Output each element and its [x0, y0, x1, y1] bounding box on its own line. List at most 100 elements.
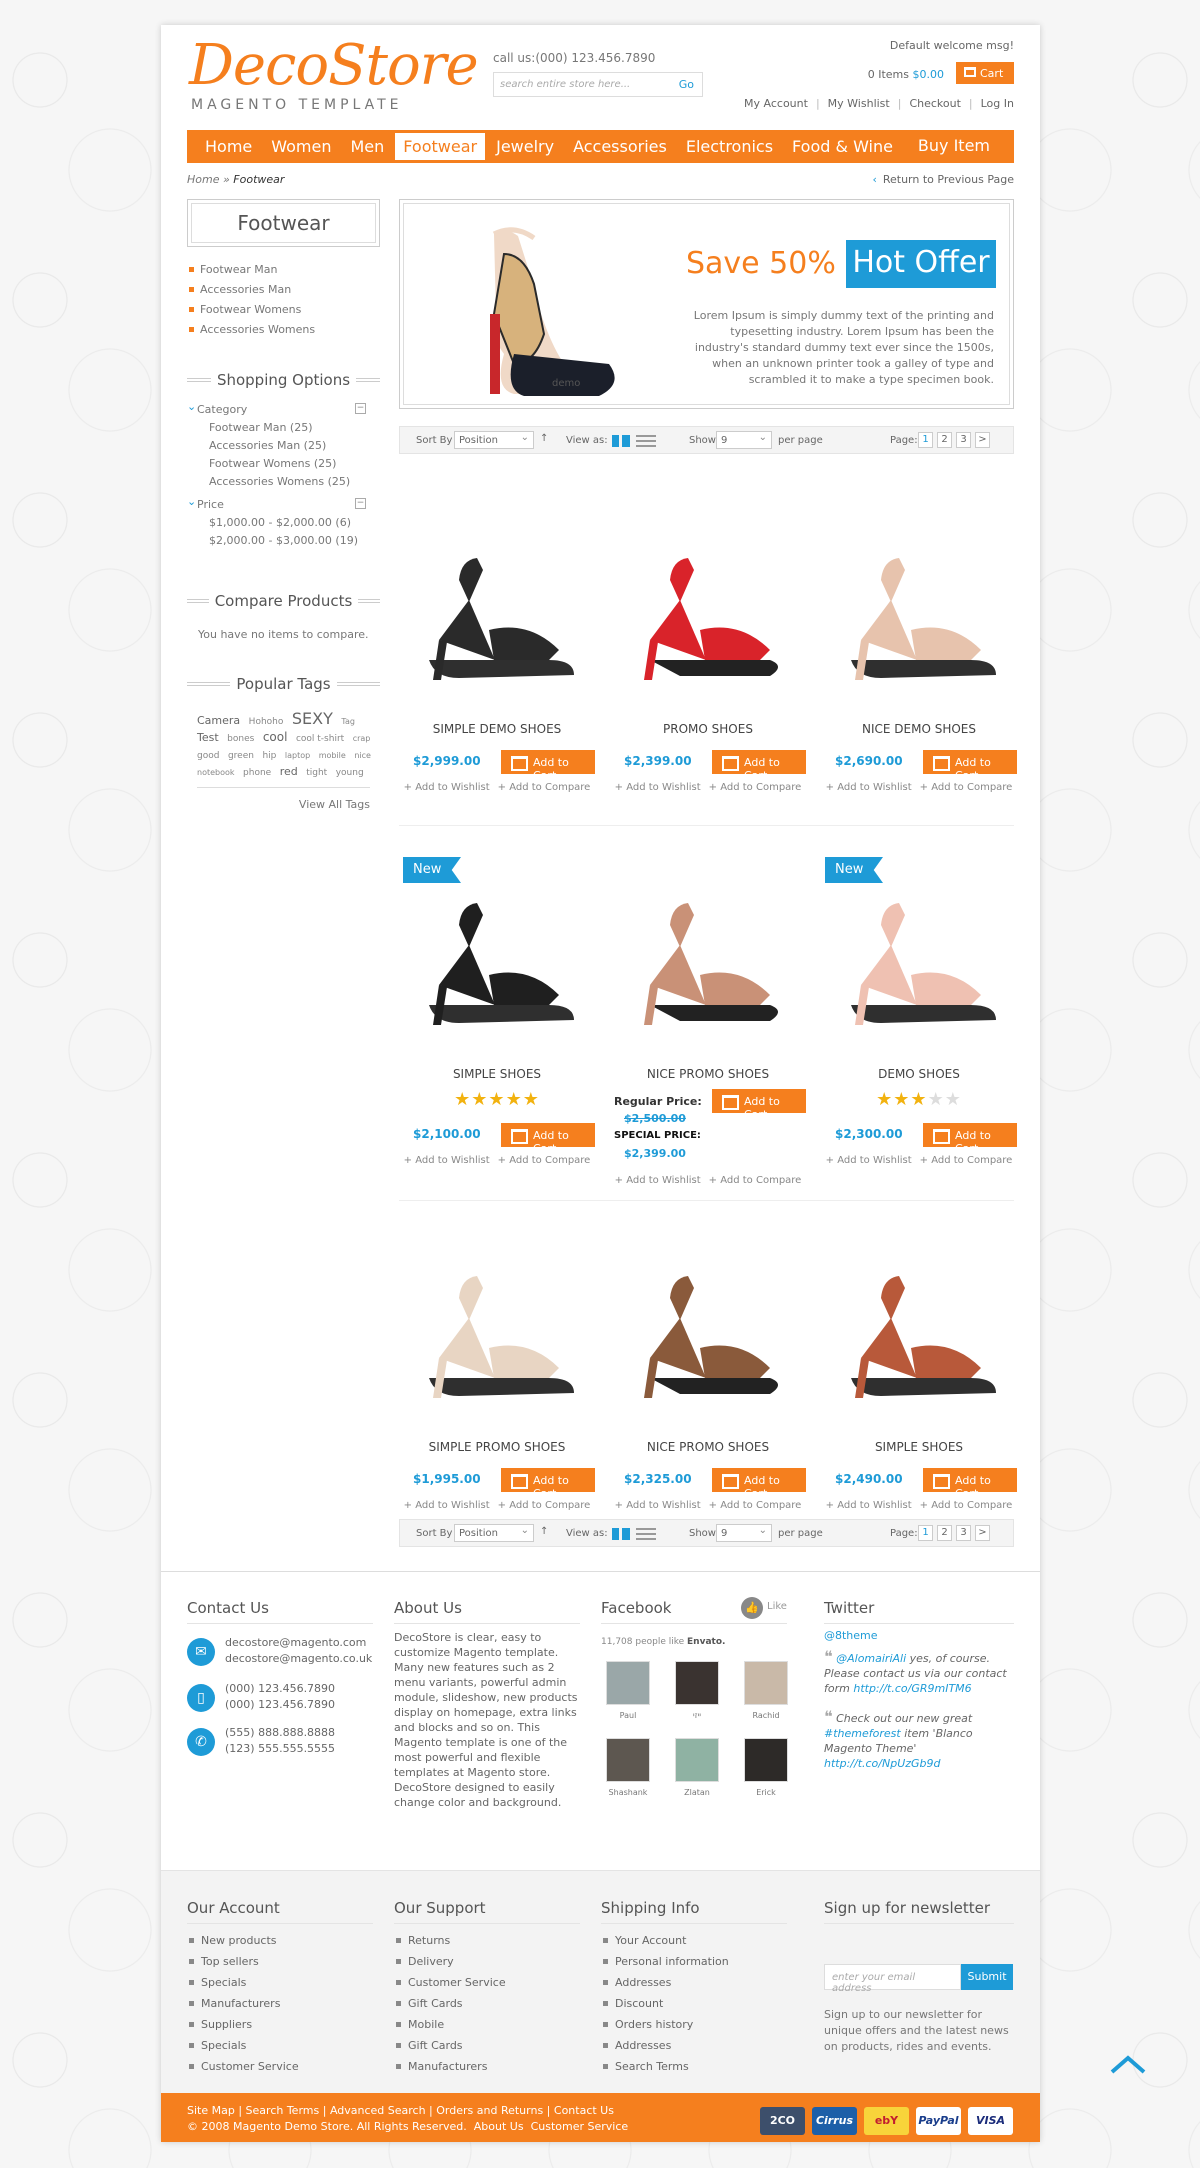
product-name[interactable]: NICE PROMO SHOES — [610, 1067, 806, 1081]
page-button[interactable]: 3 — [956, 1525, 971, 1541]
nav-accessories[interactable]: Accessories — [565, 133, 675, 160]
filter-option[interactable]: Accessories Womens (25) — [187, 475, 380, 488]
sidebar-cat-item[interactable]: Accessories Womens — [187, 323, 380, 336]
bottom-link[interactable]: Contact Us — [554, 2104, 614, 2117]
facebook-avatar[interactable] — [744, 1738, 788, 1782]
product-image[interactable] — [821, 855, 1017, 1055]
nav-footwear[interactable]: Footwear — [395, 133, 486, 160]
list-view-icon[interactable] — [636, 1528, 656, 1540]
account-link[interactable]: Specials — [187, 2039, 299, 2052]
tag-link[interactable]: cool t-shirt — [296, 734, 344, 744]
product-name[interactable]: PROMO SHOES — [610, 722, 806, 736]
search-input[interactable]: search entire store here... Go — [493, 72, 703, 97]
add-to-compare-link[interactable]: + Add to Compare — [498, 782, 591, 793]
add-to-cart-button[interactable]: Add to Cart — [923, 1468, 1017, 1500]
product-image[interactable] — [610, 855, 806, 1055]
collapse-price-icon[interactable]: − — [355, 498, 366, 509]
search-go-button[interactable]: Go — [679, 78, 694, 91]
filter-option[interactable]: Accessories Man (25) — [187, 439, 380, 452]
list-view-icon[interactable] — [636, 435, 656, 447]
product-image[interactable] — [399, 855, 595, 1055]
login-link[interactable]: Log In — [981, 97, 1014, 110]
add-to-compare-link[interactable]: + Add to Compare — [920, 782, 1013, 793]
add-to-compare-link[interactable]: + Add to Compare — [709, 1500, 802, 1511]
account-link[interactable]: Customer Service — [187, 2060, 299, 2073]
sidebar-cat-item[interactable]: Footwear Womens — [187, 303, 380, 316]
view-all-tags-link[interactable]: View All Tags — [187, 798, 380, 811]
filter-option[interactable]: $2,000.00 - $3,000.00 (19) — [187, 534, 380, 547]
sidebar-cat-item[interactable]: Footwear Man — [187, 263, 380, 276]
support-link[interactable]: Customer Service — [394, 1976, 506, 1989]
account-link[interactable]: Suppliers — [187, 2018, 299, 2031]
nav-men[interactable]: Men — [343, 133, 393, 160]
tag-link[interactable]: bones — [227, 734, 254, 744]
product-image[interactable] — [610, 510, 806, 710]
page-button[interactable]: 2 — [937, 432, 952, 448]
sort-direction-icon[interactable]: ↑ — [540, 433, 548, 444]
add-to-cart-button[interactable]: Add to Cart — [923, 1123, 1017, 1155]
like-icon[interactable]: 👍 — [741, 1597, 763, 1619]
add-to-wishlist-link[interactable]: + Add to Wishlist — [615, 1500, 701, 1511]
shipping-link[interactable]: Search Terms — [601, 2060, 729, 2073]
add-to-compare-link[interactable]: + Add to Compare — [498, 1500, 591, 1511]
add-to-compare-link[interactable]: + Add to Compare — [498, 1155, 591, 1166]
tag-link[interactable]: young — [336, 768, 364, 778]
account-link[interactable]: New products — [187, 1934, 299, 1947]
add-to-compare-link[interactable]: + Add to Compare — [709, 1175, 802, 1186]
facebook-avatar[interactable] — [606, 1738, 650, 1782]
page-button[interactable]: 1 — [918, 432, 933, 448]
facebook-avatar[interactable] — [744, 1661, 788, 1705]
add-to-wishlist-link[interactable]: + Add to Wishlist — [826, 782, 912, 793]
page-button[interactable]: > — [975, 432, 990, 448]
add-to-wishlist-link[interactable]: + Add to Wishlist — [404, 1500, 490, 1511]
add-to-wishlist-link[interactable]: + Add to Wishlist — [404, 1155, 490, 1166]
account-link[interactable]: Top sellers — [187, 1955, 299, 1968]
page-button[interactable]: 3 — [956, 432, 971, 448]
contact-email[interactable]: decostore@magento.co.uk — [225, 1651, 372, 1667]
tag-link[interactable]: nice — [354, 751, 371, 760]
product-image[interactable] — [399, 1228, 595, 1428]
add-to-compare-link[interactable]: + Add to Compare — [709, 782, 802, 793]
filter-category-label[interactable]: Category — [187, 400, 380, 416]
collapse-category-icon[interactable]: − — [355, 403, 366, 414]
tag-link[interactable]: Hohoho — [249, 717, 284, 727]
grid-view-icon[interactable] — [612, 1528, 630, 1540]
show-select[interactable]: 9 — [716, 1524, 772, 1542]
nav-women[interactable]: Women — [263, 133, 339, 160]
shipping-link[interactable]: Addresses — [601, 2039, 729, 2052]
sort-select[interactable]: Position — [454, 1524, 534, 1542]
sort-direction-icon[interactable]: ↑ — [540, 1526, 548, 1537]
shipping-link[interactable]: Your Account — [601, 1934, 729, 1947]
nav-electronics[interactable]: Electronics — [678, 133, 781, 160]
support-link[interactable]: Manufacturers — [394, 2060, 506, 2073]
facebook-avatar[interactable] — [606, 1661, 650, 1705]
bottom-link[interactable]: Site Map — [187, 2104, 235, 2117]
product-image[interactable] — [821, 1228, 1017, 1428]
filter-option[interactable]: Footwear Womens (25) — [187, 457, 380, 470]
tag-link[interactable]: laptop — [285, 751, 310, 760]
tweet-user-link[interactable]: @AlomairiAli — [836, 1652, 906, 1665]
breadcrumb-home[interactable]: Home — [187, 173, 219, 186]
shipping-link[interactable]: Orders history — [601, 2018, 729, 2031]
product-name[interactable]: DEMO SHOES — [821, 1067, 1017, 1081]
tweet-link[interactable]: http://t.co/GR9mITM6 — [853, 1682, 971, 1695]
tag-link[interactable]: tight — [306, 768, 327, 778]
filter-price-label[interactable]: Price — [187, 495, 380, 511]
tag-link[interactable]: SEXY — [292, 709, 333, 728]
filter-option[interactable]: Footwear Man (25) — [187, 421, 380, 434]
tag-link[interactable]: Test — [197, 731, 219, 744]
page-button[interactable]: > — [975, 1525, 990, 1541]
show-select[interactable]: 9 — [716, 431, 772, 449]
add-to-cart-button[interactable]: Add to Cart — [923, 750, 1017, 782]
product-image[interactable] — [610, 1228, 806, 1428]
shipping-link[interactable]: Personal information — [601, 1955, 729, 1968]
product-name[interactable]: NICE PROMO SHOES — [610, 1440, 806, 1454]
add-to-wishlist-link[interactable]: + Add to Wishlist — [615, 1175, 701, 1186]
support-link[interactable]: Gift Cards — [394, 1997, 506, 2010]
scroll-to-top-icon[interactable] — [1110, 2054, 1146, 2074]
filter-option[interactable]: $1,000.00 - $2,000.00 (6) — [187, 516, 380, 529]
my-wishlist-link[interactable]: My Wishlist — [828, 97, 890, 110]
facebook-avatar[interactable] — [675, 1738, 719, 1782]
support-link[interactable]: Returns — [394, 1934, 506, 1947]
support-link[interactable]: Mobile — [394, 2018, 506, 2031]
